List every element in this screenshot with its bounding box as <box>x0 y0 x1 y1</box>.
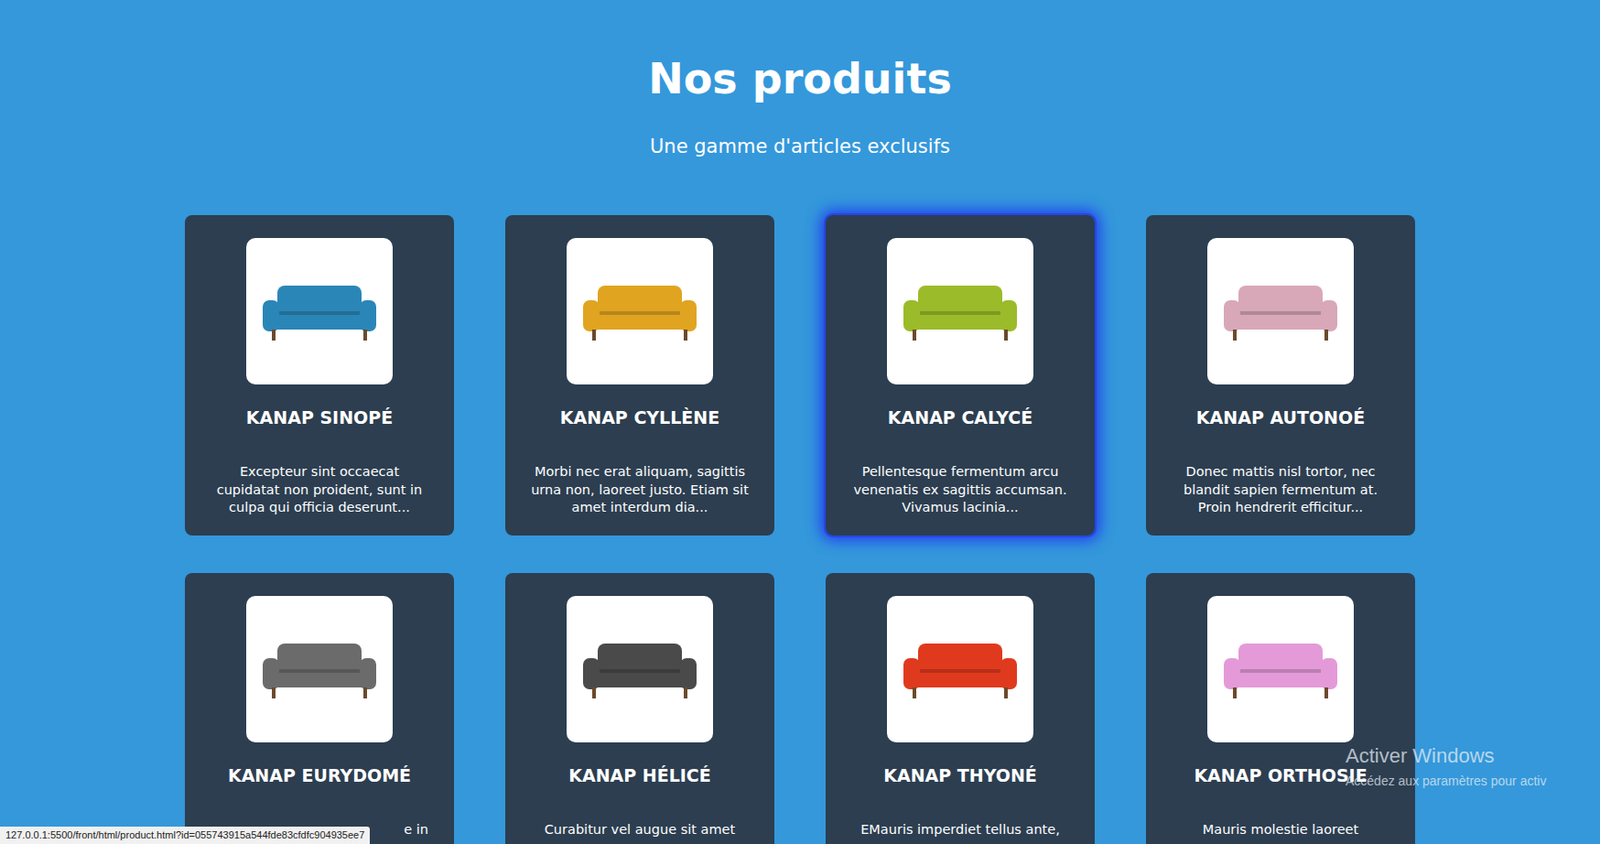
sofa-icon <box>577 623 703 715</box>
product-card[interactable]: KANAP ORTHOSIE Mauris molestie laoreet <box>1145 572 1416 844</box>
product-card[interactable]: KANAP AUTONOÉ Donec mattis nisl tortor, n… <box>1145 215 1416 536</box>
product-image[interactable] <box>566 595 714 743</box>
product-image[interactable] <box>566 237 714 385</box>
page-subtitle: Une gamme d'articles exclusifs <box>649 133 951 160</box>
product-card[interactable]: KANAP HÉLICÉ Curabitur vel augue sit amet <box>505 572 775 844</box>
status-bar-url: 127.0.0.1:5500/front/html/product.html?i… <box>0 826 370 844</box>
sofa-icon <box>257 623 382 715</box>
sofa-icon <box>897 265 1023 357</box>
product-image[interactable] <box>1207 595 1354 743</box>
sofa-icon <box>897 623 1023 715</box>
product-name[interactable]: KANAP ORTHOSIE <box>1193 764 1367 787</box>
product-card[interactable]: KANAP SINOPÉ Excepteur sint occaecat cupi… <box>184 215 455 536</box>
sofa-icon <box>577 265 703 357</box>
product-name[interactable]: KANAP AUTONOÉ <box>1196 406 1365 429</box>
product-description: Mauris molestie laoreet <box>1167 821 1394 840</box>
product-name[interactable]: KANAP EURYDOMÉ <box>227 764 411 787</box>
watermark-subtitle: Accédez aux paramètres pour activ <box>1345 772 1546 790</box>
page-title: Nos produits <box>648 53 952 105</box>
product-name[interactable]: KANAP SINOPÉ <box>246 406 393 429</box>
product-image[interactable] <box>886 595 1034 743</box>
product-image[interactable] <box>886 237 1034 385</box>
watermark-title: Activer Windows <box>1345 743 1546 769</box>
product-name[interactable]: KANAP CYLLÈNE <box>560 406 720 429</box>
product-card[interactable]: KANAP THYONÉ EMauris imperdiet tellus ant… <box>825 572 1095 844</box>
product-name[interactable]: KANAP CALYCÉ <box>887 406 1033 429</box>
product-description: Pellentesque fermentum arcu venenatis ex… <box>847 463 1073 518</box>
product-description: Curabitur vel augue sit amet <box>527 821 753 840</box>
sofa-icon <box>1218 623 1343 715</box>
page-header: Nos produits Une gamme d'articles exclusi… <box>0 0 1600 160</box>
product-name[interactable]: KANAP THYONÉ <box>883 764 1038 787</box>
sofa-icon <box>1218 265 1343 357</box>
product-description: EMauris imperdiet tellus ante, <box>847 821 1073 840</box>
product-description: Morbi nec erat aliquam, sagittis urna no… <box>527 463 753 518</box>
product-card[interactable]: KANAP EURYDOMÉe in <box>184 572 455 844</box>
product-name[interactable]: KANAP HÉLICÉ <box>568 764 712 787</box>
product-image[interactable] <box>1207 237 1354 385</box>
sofa-icon <box>257 265 382 357</box>
windows-watermark: Activer Windows Accédez aux paramètres po… <box>1345 743 1546 790</box>
product-image[interactable] <box>246 237 393 385</box>
product-image[interactable] <box>246 595 393 743</box>
product-description: Excepteur sint occaecat cupidatat non pr… <box>206 463 433 518</box>
product-card[interactable]: KANAP CALYCÉ Pellentesque fermentum arcu … <box>825 215 1095 536</box>
product-card[interactable]: KANAP CYLLÈNE Morbi nec erat aliquam, sag… <box>505 215 775 536</box>
product-description: Donec mattis nisl tortor, nec blandit sa… <box>1167 463 1394 518</box>
